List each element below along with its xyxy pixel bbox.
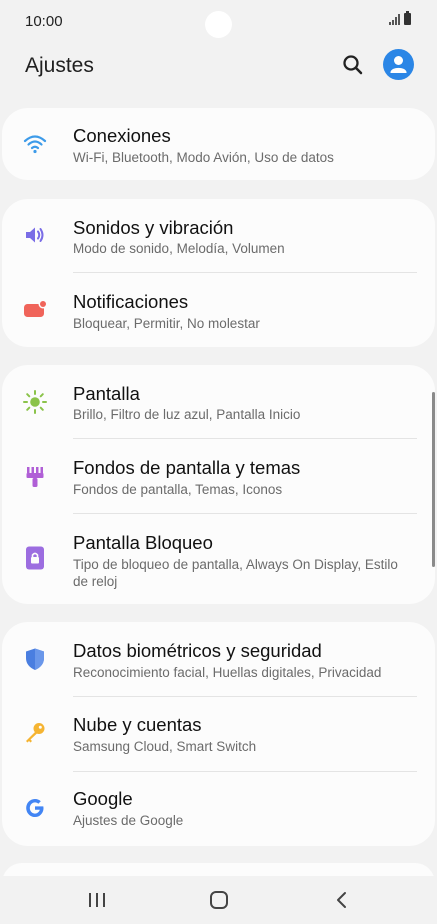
settings-item-subtitle: Tipo de bloqueo de pantalla, Always On D… — [73, 557, 398, 589]
scrollbar[interactable] — [432, 392, 435, 567]
search-icon — [343, 55, 363, 75]
back-icon — [337, 892, 346, 908]
settings-item-title: Fondos de pantalla y temas — [73, 457, 301, 478]
settings-item-title: Conexiones — [73, 125, 171, 146]
battery-icon — [404, 11, 411, 25]
home-icon — [210, 891, 228, 909]
settings-item-subtitle: Reconocimiento facial, Huellas digitales… — [73, 665, 382, 680]
account-button[interactable] — [383, 49, 414, 80]
settings-item-title: Pantalla Bloqueo — [73, 532, 213, 553]
settings-item-lock-screen[interactable]: Pantalla Bloqueo Tipo de bloqueo de pant… — [2, 515, 435, 604]
settings-item-display[interactable]: Pantalla Brillo, Filtro de luz azul, Pan… — [2, 365, 435, 439]
settings-item-title: Sonidos y vibración — [73, 217, 234, 238]
brightness-icon — [22, 389, 48, 415]
navigation-bar — [0, 876, 437, 924]
settings-item-title: Pantalla — [73, 383, 140, 404]
notification-icon — [22, 297, 48, 323]
header: Ajustes — [0, 44, 437, 94]
divider — [73, 513, 417, 514]
settings-item-cloud-accounts[interactable]: Nube y cuentas Samsung Cloud, Smart Swit… — [2, 696, 435, 771]
google-icon — [22, 795, 48, 821]
settings-item-connections[interactable]: Conexiones Wi-Fi, Bluetooth, Modo Avión,… — [2, 108, 435, 180]
account-icon — [390, 56, 407, 73]
settings-card-sound: Sonidos y vibración Modo de sonido, Melo… — [2, 199, 435, 347]
settings-item-title: Notificaciones — [73, 291, 189, 312]
settings-item-subtitle: Samsung Cloud, Smart Switch — [73, 739, 257, 754]
settings-item-subtitle: Wi-Fi, Bluetooth, Modo Avión, Uso de dat… — [73, 150, 334, 165]
settings-item-subtitle: Bloquear, Permitir, No molestar — [73, 316, 260, 331]
lock-screen-icon — [22, 545, 48, 571]
settings-item-biometrics-security[interactable]: Datos biométricos y seguridad Reconocimi… — [2, 622, 435, 696]
settings-item-subtitle: Fondos de pantalla, Temas, Iconos — [73, 482, 283, 497]
signal-icon — [389, 13, 400, 25]
settings-item-title: Datos biométricos y seguridad — [73, 640, 322, 661]
settings-item-title: Google — [73, 788, 133, 809]
status-time: 10:00 — [25, 13, 63, 30]
settings-card-display: Pantalla Brillo, Filtro de luz azul, Pan… — [2, 365, 435, 604]
settings-item-wallpapers-themes[interactable]: Fondos de pantalla y temas Fondos de pan… — [2, 439, 435, 515]
settings-item-title: Nube y cuentas — [73, 714, 202, 735]
search-button[interactable] — [340, 52, 366, 78]
settings-item-sounds[interactable]: Sonidos y vibración Modo de sonido, Melo… — [2, 199, 435, 273]
settings-item-notifications[interactable]: Notificaciones Bloquear, Permitir, No mo… — [2, 273, 435, 347]
back-button[interactable] — [330, 890, 354, 910]
settings-item-google[interactable]: Google Ajustes de Google — [2, 771, 435, 846]
page-title: Ajustes — [25, 54, 94, 77]
status-icons — [389, 11, 411, 25]
paint-brush-icon — [22, 464, 48, 490]
speaker-icon — [22, 222, 48, 248]
settings-card-security: Datos biométricos y seguridad Reconocimi… — [2, 622, 435, 846]
wifi-icon — [22, 131, 48, 157]
key-icon — [22, 720, 48, 746]
settings-card-connections: Conexiones Wi-Fi, Bluetooth, Modo Avión,… — [2, 108, 435, 180]
front-camera-cutout — [205, 11, 232, 38]
settings-item-subtitle: Modo de sonido, Melodía, Volumen — [73, 241, 285, 256]
settings-item-subtitle: Ajustes de Google — [73, 813, 184, 828]
shield-icon — [22, 646, 48, 672]
recents-icon — [89, 893, 105, 907]
settings-item-subtitle: Brillo, Filtro de luz azul, Pantalla Ini… — [73, 407, 301, 422]
status-bar: 10:00 — [0, 0, 437, 44]
recents-button[interactable] — [85, 890, 109, 910]
home-button[interactable] — [207, 890, 231, 910]
